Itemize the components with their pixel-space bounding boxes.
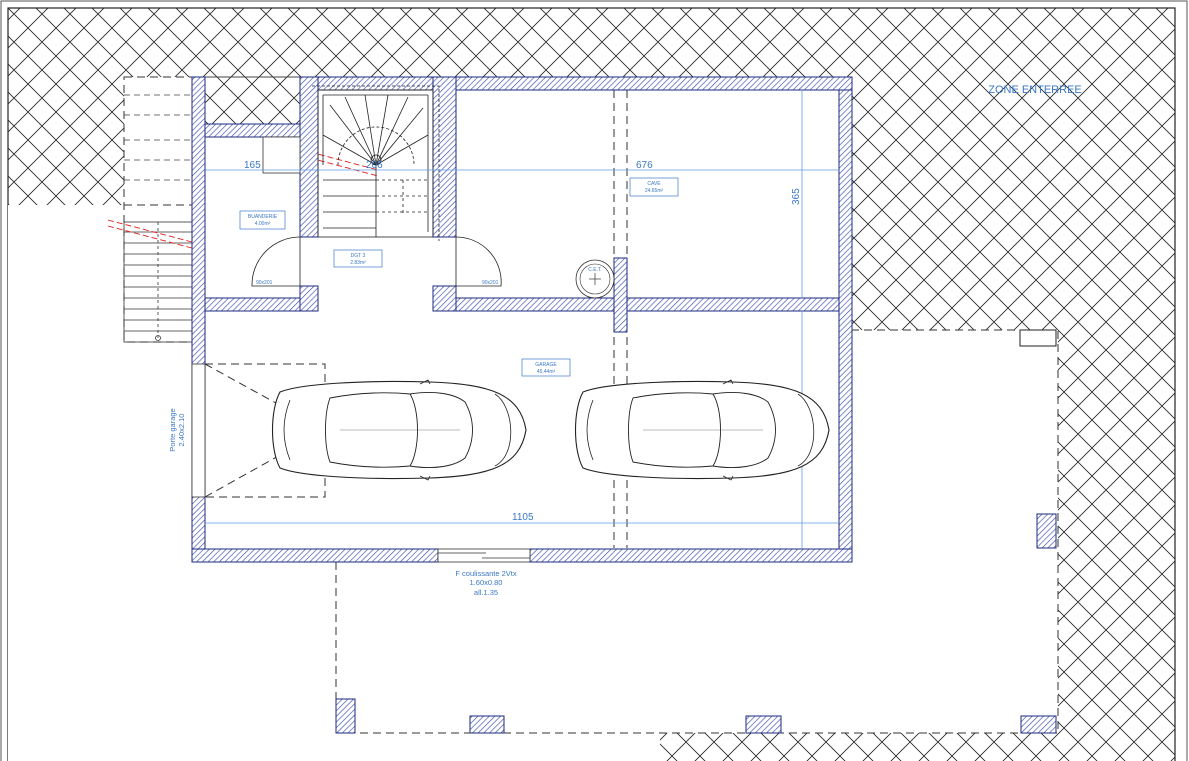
- room-label-garage: GARAGE 45.44m²: [521, 358, 571, 377]
- svg-text:C.E.T.: C.E.T.: [588, 267, 602, 273]
- svg-text:4.00m²: 4.00m²: [255, 221, 271, 227]
- sink-fixture: [262, 136, 301, 174]
- cet-water-heater: C.E.T.: [575, 259, 615, 299]
- dim-676: 676: [636, 160, 653, 171]
- svg-text:45.44m²: 45.44m²: [537, 369, 556, 375]
- car-right: [574, 379, 830, 481]
- sliding-window: [437, 548, 531, 563]
- dim-206: 206: [366, 160, 383, 171]
- svg-text:Porte garage: Porte garage: [168, 408, 177, 451]
- svg-text:GARAGE: GARAGE: [535, 362, 557, 368]
- door-tag-left: 90x201: [256, 280, 273, 286]
- svg-text:CAVE: CAVE: [647, 181, 661, 187]
- svg-text:F coulissante 2Vtx: F coulissante 2Vtx: [455, 569, 517, 578]
- room-label-buanderie: BUANDERIE 4.00m²: [239, 210, 286, 230]
- car-left: [271, 379, 527, 481]
- dim-365: 365: [791, 188, 802, 205]
- door-tag-right: 90x201: [482, 280, 499, 286]
- floor-plan: 90x201 90x201 165 206 676 365 412 1105 B…: [0, 0, 1188, 761]
- svg-text:2.83m²: 2.83m²: [350, 260, 366, 266]
- dim-1105: 1105: [512, 512, 534, 523]
- svg-text:2.40x2.10: 2.40x2.10: [177, 414, 186, 447]
- svg-text:24.65m²: 24.65m²: [645, 188, 664, 194]
- dim-165: 165: [244, 160, 261, 171]
- svg-text:BUANDERIE: BUANDERIE: [248, 214, 278, 220]
- room-label-dgt: DGT 3 2.83m²: [333, 249, 383, 268]
- zone-label: ZONE ENTERREE: [988, 84, 1082, 96]
- svg-text:DGT 3: DGT 3: [351, 253, 366, 259]
- svg-text:1.60x0.80: 1.60x0.80: [470, 578, 503, 587]
- room-label-cave: CAVE 24.65m²: [629, 177, 679, 197]
- garage-door-label: Porte garage 2.40x2.10: [168, 408, 186, 451]
- corner-block: [1019, 329, 1057, 347]
- garage-door-opening: [191, 363, 206, 498]
- svg-text:all.1.35: all.1.35: [474, 588, 498, 597]
- buried-zone-hatch: [8, 8, 1175, 761]
